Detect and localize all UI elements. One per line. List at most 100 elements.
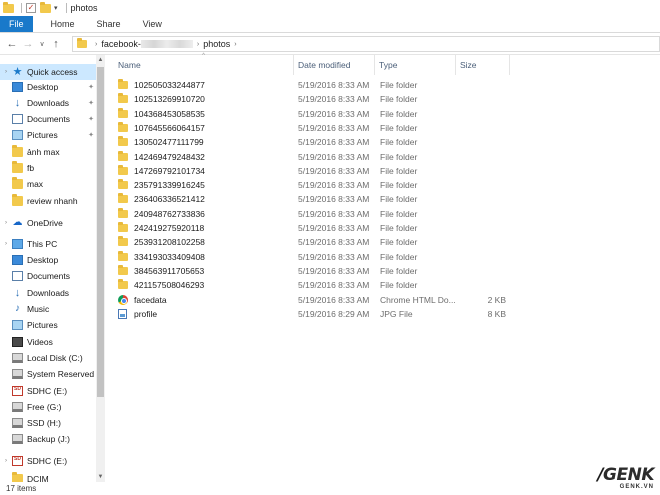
file-row[interactable]: 102505033244877 5/19/2016 8:33 AM File fol… [118, 78, 518, 92]
file-row[interactable]: 253931208102258 5/19/2016 8:33 AM File fol… [118, 235, 518, 249]
nav-item[interactable]: ↓ Downloads ✦ [0, 95, 96, 111]
pin-icon[interactable]: ✦ [88, 131, 94, 139]
file-row[interactable]: 421157508046293 5/19/2016 8:33 AM File fol… [118, 278, 518, 292]
file-row[interactable]: 104368453058535 5/19/2016 8:33 AM File fol… [118, 107, 518, 121]
column-header-size[interactable]: Size [456, 55, 510, 75]
folder-icon [118, 193, 128, 204]
properties-check-icon[interactable]: ✓ [26, 3, 36, 13]
nav-item[interactable]: fb [0, 160, 96, 176]
nav-item[interactable]: Desktop [0, 252, 96, 268]
file-type: File folder [380, 194, 418, 205]
column-header-name[interactable]: ^ Name [114, 53, 294, 75]
file-date: 5/19/2016 8:33 AM [298, 208, 370, 219]
quick-access-toolbar-dropdown-icon[interactable]: ▾ [54, 4, 58, 12]
nav-item[interactable]: Documents [0, 268, 96, 284]
file-row[interactable]: 142469479248432 5/19/2016 8:33 AM File fol… [118, 150, 518, 164]
nav-item[interactable]: › ☁ OneDrive [0, 215, 96, 231]
breadcrumb-item[interactable]: facebook- [101, 39, 141, 49]
file-date: 5/19/2016 8:33 AM [298, 265, 370, 276]
nav-item[interactable]: System Reserved [0, 366, 96, 382]
expand-chevron-icon[interactable]: › [2, 241, 10, 247]
nav-item[interactable]: ♪ Music [0, 301, 96, 317]
column-header-date-modified[interactable]: Date modified [294, 55, 375, 75]
nav-item[interactable]: › This PC [0, 236, 96, 252]
disk-icon [12, 418, 23, 428]
nav-item[interactable]: Backup (J:) [0, 431, 96, 447]
nav-item[interactable]: review nhanh [0, 193, 96, 209]
pin-icon[interactable]: ✦ [88, 115, 94, 123]
nav-item-label: Desktop [27, 82, 59, 92]
file-row[interactable]: 236406336521412 5/19/2016 8:33 AM File fol… [118, 192, 518, 206]
file-type: File folder [380, 251, 418, 262]
music-icon: ♪ [15, 303, 20, 314]
nav-item[interactable]: ↓ Downloads [0, 285, 96, 301]
file-row[interactable]: facedata 5/19/2016 8:33 AM Chrome HTML Do.… [118, 293, 518, 307]
scroll-down-arrow-icon[interactable]: ▼ [96, 472, 105, 482]
navigation-scrollbar[interactable]: ▲ ▼ [96, 55, 105, 482]
file-name: 104368453058535 [134, 108, 205, 119]
new-folder-icon[interactable] [40, 1, 51, 13]
tab-file[interactable]: File [0, 16, 33, 32]
nav-item-label: OneDrive [27, 218, 63, 228]
file-date: 5/19/2016 8:33 AM [298, 108, 370, 119]
nav-item[interactable]: Documents ✦ [0, 111, 96, 127]
tab-view[interactable]: View [132, 16, 173, 32]
expand-chevron-icon[interactable]: › [2, 220, 10, 226]
file-type: File folder [380, 180, 418, 191]
folder-icon [118, 250, 128, 261]
tab-home[interactable]: Home [33, 16, 86, 32]
nav-item[interactable]: Desktop ✦ [0, 79, 96, 95]
nav-item-label: Pictures [27, 130, 58, 140]
file-row[interactable]: 130502477111799 5/19/2016 8:33 AM File fol… [118, 135, 518, 149]
file-row[interactable]: 384563911705653 5/19/2016 8:33 AM File fol… [118, 264, 518, 278]
pin-icon[interactable]: ✦ [88, 83, 94, 91]
nav-item[interactable]: Pictures ✦ [0, 127, 96, 143]
file-row[interactable]: 102513269910720 5/19/2016 8:33 AM File fol… [118, 92, 518, 106]
expand-chevron-icon[interactable]: › [2, 69, 10, 75]
nav-item[interactable]: Free (G:) [0, 399, 96, 415]
file-date: 5/19/2016 8:33 AM [298, 237, 370, 248]
file-row[interactable]: 334193033409408 5/19/2016 8:33 AM File fol… [118, 250, 518, 264]
file-row[interactable]: 107645566064157 5/19/2016 8:33 AM File fol… [118, 121, 518, 135]
videos-icon [12, 337, 23, 347]
file-date: 5/19/2016 8:33 AM [298, 122, 370, 133]
nav-item[interactable]: Pictures [0, 317, 96, 333]
nav-item[interactable]: SD SDHC (E:) [0, 383, 96, 399]
forward-arrow-icon[interactable]: → [20, 38, 36, 50]
nav-item[interactable]: ảnh max [0, 144, 96, 160]
breadcrumb-item[interactable]: photos [203, 39, 230, 49]
file-name: 421157508046293 [134, 280, 205, 291]
nav-item[interactable]: › SD SDHC (E:) [0, 453, 96, 469]
watermark: /GENK GENK.VN [597, 467, 654, 491]
file-row[interactable]: profile 5/19/2016 8:29 AM JPG File 8 KB [118, 307, 518, 321]
pc-icon [12, 239, 23, 249]
file-row[interactable]: 240948762733836 5/19/2016 8:33 AM File fol… [118, 207, 518, 221]
nav-item-label: DCIM [27, 474, 49, 482]
file-row[interactable]: 242419275920118 5/19/2016 8:33 AM File fol… [118, 221, 518, 235]
breadcrumb-chevron-icon[interactable]: › [234, 41, 236, 48]
nav-item[interactable]: max [0, 176, 96, 192]
folder-icon [118, 222, 128, 232]
column-header-type[interactable]: Type [375, 55, 456, 75]
nav-item-label: Music [27, 304, 50, 314]
folder-icon [12, 177, 23, 189]
nav-item[interactable]: Videos [0, 334, 96, 350]
recent-locations-chevron-icon[interactable]: ∨ [36, 40, 48, 48]
file-row[interactable]: 147269792101734 5/19/2016 8:33 AM File fol… [118, 164, 518, 178]
nav-item[interactable]: Local Disk (C:) [0, 350, 96, 366]
nav-item[interactable]: DCIM [0, 471, 96, 482]
scrollbar-thumb[interactable] [97, 67, 104, 397]
up-arrow-icon[interactable]: ↑ [48, 38, 64, 50]
address-bar[interactable]: › facebook- › photos › [72, 36, 660, 52]
back-arrow-icon[interactable]: ← [4, 38, 20, 50]
nav-item[interactable]: › ★ Quick access [0, 64, 96, 80]
scroll-up-arrow-icon[interactable]: ▲ [96, 55, 105, 65]
folder-icon [118, 264, 128, 275]
file-row[interactable]: 235791339916245 5/19/2016 8:33 AM File fol… [118, 178, 518, 192]
expand-chevron-icon[interactable]: › [2, 458, 10, 464]
pin-icon[interactable]: ✦ [88, 99, 94, 107]
breadcrumb-chevron-icon[interactable]: › [197, 41, 199, 48]
nav-item[interactable]: SSD (H:) [0, 415, 96, 431]
tab-share[interactable]: Share [86, 16, 132, 32]
breadcrumb-chevron-icon[interactable]: › [95, 41, 97, 48]
